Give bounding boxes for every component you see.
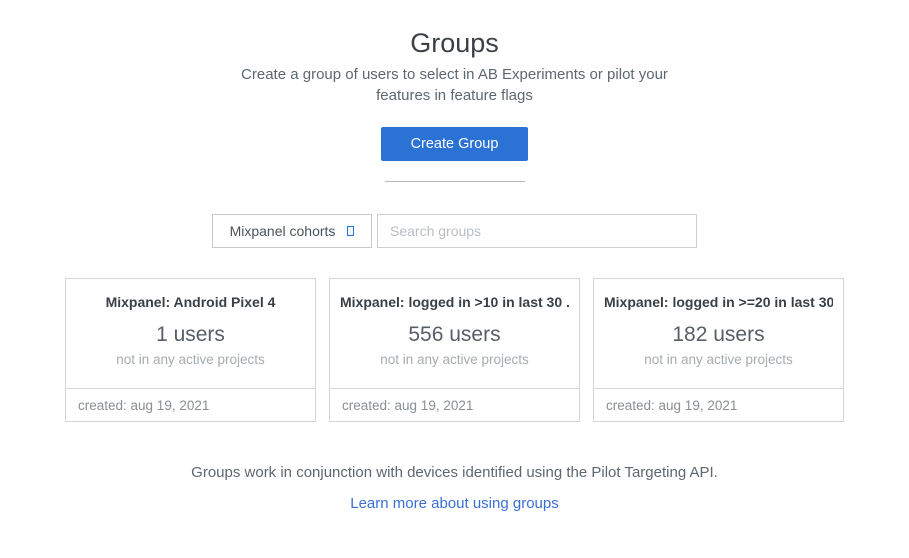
group-created-date: created: aug 19, 2021 — [330, 388, 579, 421]
section-divider — [385, 181, 525, 182]
group-card-title: Mixpanel: Android Pixel 4 — [76, 293, 305, 311]
filter-controls: Mixpanel cohorts — [0, 214, 909, 248]
group-card-body: Mixpanel: logged in >10 in last 30 ... 5… — [330, 279, 579, 388]
create-group-button[interactable]: Create Group — [381, 127, 529, 161]
group-users-count: 182 users — [604, 323, 833, 347]
cohort-dropdown-value: Mixpanel cohorts — [230, 223, 336, 239]
group-card[interactable]: Mixpanel: logged in >10 in last 30 ... 5… — [329, 278, 580, 422]
learn-more-link[interactable]: Learn more about using groups — [0, 494, 909, 514]
group-cards-row: Mixpanel: Android Pixel 4 1 users not in… — [0, 278, 909, 422]
group-users-count: 1 users — [76, 323, 305, 347]
group-users-count: 556 users — [340, 323, 569, 347]
group-card[interactable]: Mixpanel: logged in >=20 in last 30... 1… — [593, 278, 844, 422]
group-projects-status: not in any active projects — [76, 351, 305, 368]
group-created-date: created: aug 19, 2021 — [66, 388, 315, 421]
group-projects-status: not in any active projects — [604, 351, 833, 368]
group-projects-status: not in any active projects — [340, 351, 569, 368]
groups-page: Groups Create a group of users to select… — [0, 0, 909, 514]
group-created-date: created: aug 19, 2021 — [594, 388, 843, 421]
dropdown-indicator-icon — [347, 226, 354, 236]
group-card-title: Mixpanel: logged in >10 in last 30 ... — [340, 293, 569, 311]
cohort-source-dropdown[interactable]: Mixpanel cohorts — [212, 214, 372, 248]
group-card-title: Mixpanel: logged in >=20 in last 30... — [604, 293, 833, 311]
group-card-body: Mixpanel: Android Pixel 4 1 users not in… — [66, 279, 315, 388]
page-title: Groups — [0, 27, 909, 59]
page-subtitle: Create a group of users to select in AB … — [240, 64, 670, 106]
footer-info-text: Groups work in conjunction with devices … — [0, 463, 909, 483]
group-card[interactable]: Mixpanel: Android Pixel 4 1 users not in… — [65, 278, 316, 422]
search-groups-input[interactable] — [377, 214, 697, 248]
group-card-body: Mixpanel: logged in >=20 in last 30... 1… — [594, 279, 843, 388]
